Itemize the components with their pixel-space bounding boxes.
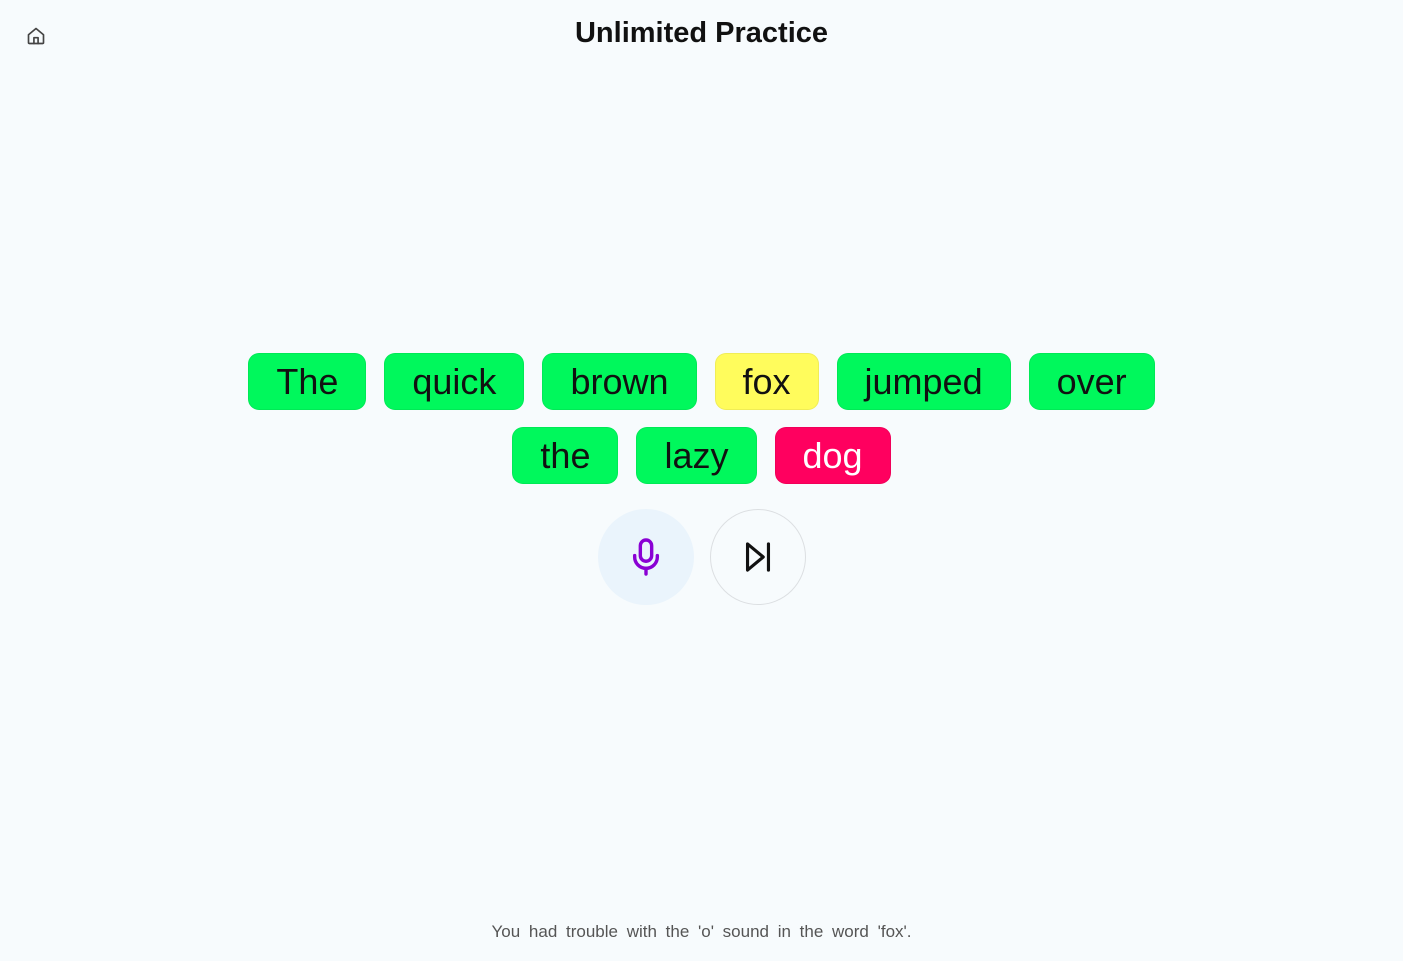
word-chip[interactable]: quick <box>384 353 525 410</box>
word-chip[interactable]: dog <box>774 427 891 484</box>
word-chip[interactable]: The <box>248 353 367 410</box>
word-chip[interactable]: lazy <box>636 427 757 484</box>
word-row-2: the lazy dog <box>512 427 891 484</box>
skip-button[interactable] <box>709 509 806 605</box>
word-chip[interactable]: fox <box>714 353 819 410</box>
word-row-1: The quick brown fox jumped over <box>248 353 1155 410</box>
word-chip[interactable]: the <box>512 427 619 484</box>
feedback-message: You had trouble with the 'o' sound in th… <box>491 922 912 941</box>
practice-page: Unlimited Practice The quick brown fox j… <box>0 0 1403 961</box>
skip-forward-icon <box>745 542 770 572</box>
page-title: Unlimited Practice <box>574 17 829 49</box>
sentence-words: The quick brown fox jumped over the lazy… <box>0 353 1403 484</box>
practice-controls <box>0 509 1403 605</box>
microphone-icon <box>632 538 659 576</box>
word-chip[interactable]: over <box>1028 353 1155 410</box>
word-chip[interactable]: jumped <box>836 353 1011 410</box>
word-chip[interactable]: brown <box>542 353 697 410</box>
record-button[interactable] <box>597 509 694 605</box>
